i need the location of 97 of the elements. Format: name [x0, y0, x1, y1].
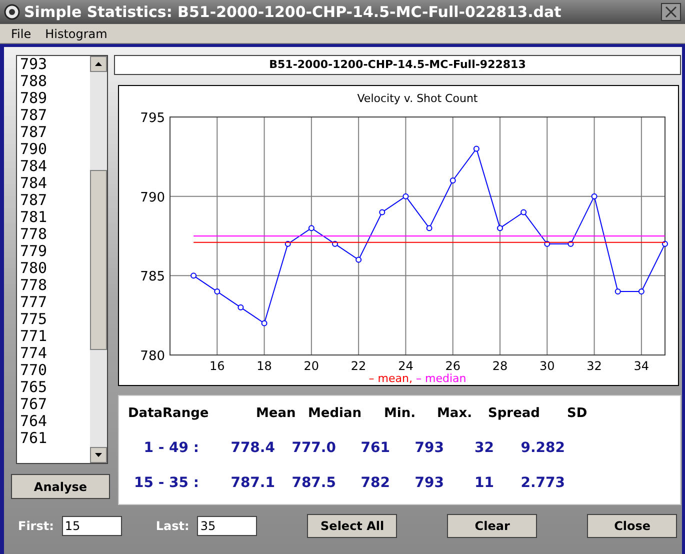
scroll-up-button[interactable] — [90, 56, 107, 72]
list-item[interactable]: 787 — [20, 124, 90, 141]
list-item[interactable]: 774 — [20, 345, 90, 362]
stat-cell-text: 778.4 — [230, 438, 275, 458]
list-item[interactable]: 793 — [20, 56, 90, 73]
y-tick-label: 795 — [140, 111, 165, 126]
x-tick-label: 20 — [304, 359, 320, 373]
dialog-button[interactable]: Clear — [447, 514, 538, 538]
column-header: Min. — [384, 405, 417, 423]
point — [638, 288, 644, 295]
x-tick-label: 34 — [634, 359, 650, 373]
scroll-thumb[interactable] — [90, 170, 107, 350]
stat-cell-text: 2.773 — [520, 474, 565, 492]
y-tick-label: 790 — [140, 190, 165, 206]
app-icon — [4, 4, 20, 20]
list-item[interactable]: 787 — [20, 107, 90, 124]
point — [426, 225, 432, 232]
list-item[interactable]: 770 — [20, 362, 90, 379]
list-item[interactable]: 788 — [20, 73, 90, 90]
list-item[interactable]: 761 — [20, 430, 90, 447]
up-arrow-icon — [95, 62, 102, 66]
stat-cell-text: 793 — [414, 438, 444, 458]
list-item[interactable]: 787 — [20, 192, 90, 209]
point — [614, 288, 621, 295]
list-item[interactable]: 765 — [20, 379, 90, 396]
column-header: Spread — [488, 405, 541, 423]
list-item[interactable]: 767 — [20, 396, 90, 413]
point — [308, 225, 314, 232]
stat-cell-text: 15 - 35 : — [133, 474, 199, 492]
chart-title: Velocity v. Shot Count — [357, 92, 478, 105]
list-item[interactable]: 771 — [20, 328, 90, 345]
dialog-button[interactable]: Select All — [307, 514, 398, 538]
list-item[interactable]: 764 — [20, 413, 90, 430]
list-item[interactable]: 777 — [20, 294, 90, 311]
column-header: Mean — [256, 405, 297, 423]
y-tick-label: 780 — [140, 349, 165, 364]
x-tick-label: 26 — [445, 359, 460, 373]
point — [190, 272, 197, 279]
list-item[interactable]: 790 — [20, 141, 90, 158]
last-field[interactable]: 35 — [197, 516, 258, 536]
point — [379, 209, 386, 216]
scrollbar[interactable] — [90, 56, 107, 463]
stat-cell-text: 777.0 — [290, 438, 336, 458]
list-item[interactable]: 775 — [20, 311, 90, 328]
x-tick-label: 22 — [350, 359, 366, 373]
column-header: Max. — [437, 405, 474, 423]
stat-cell-text: 761 — [360, 438, 390, 458]
menu-item[interactable]: Histogram — [45, 24, 108, 42]
first-label: First: — [18, 518, 54, 535]
x-tick-label: 32 — [586, 359, 602, 373]
last-label: Last: — [156, 518, 190, 535]
window-title: Simple Statistics: B51-2000-1200-CHP-14.5-MC-Full-022813.dat — [24, 2, 562, 23]
stat-cell-text: 11 — [474, 474, 494, 492]
point — [662, 240, 668, 247]
point — [591, 193, 598, 200]
column-header: DataRange — [128, 405, 210, 423]
point — [214, 288, 220, 295]
stat-cell-text: 782 — [360, 474, 390, 492]
first-field[interactable]: 15 — [62, 516, 122, 536]
column-header: SD — [567, 405, 588, 423]
point — [497, 225, 503, 232]
menu-item[interactable]: File — [11, 24, 32, 42]
list-item[interactable]: 784 — [20, 175, 90, 192]
stat-cell-text: 787.5 — [290, 474, 336, 492]
stat-cell-text: 32 — [474, 438, 494, 458]
x-tick-label: 24 — [398, 359, 414, 373]
x-tick-label: 18 — [256, 359, 272, 373]
point — [473, 146, 480, 152]
list-item[interactable]: 784 — [20, 158, 90, 175]
down-arrow-icon — [95, 453, 102, 457]
point — [520, 209, 527, 216]
list-item[interactable]: 781 — [20, 209, 90, 226]
point — [356, 256, 362, 263]
analyse-button[interactable]: Analyse — [11, 474, 110, 499]
list-item[interactable]: 780 — [20, 260, 90, 277]
scroll-down-button[interactable] — [90, 447, 107, 463]
dialog-button[interactable]: Close — [587, 514, 678, 538]
file-label: B51-2000-1200-CHP-14.5-MC-Full-922813 — [114, 55, 681, 75]
list-item[interactable]: 778 — [20, 277, 90, 294]
y-tick-label: 785 — [140, 270, 165, 285]
point — [402, 193, 409, 200]
x-tick-label: 28 — [492, 359, 508, 373]
stat-cell-text: 787.1 — [230, 474, 275, 492]
list-item[interactable]: 778 — [20, 226, 90, 243]
list-item[interactable]: 779 — [20, 243, 90, 260]
stat-cell-text: 9.282 — [520, 438, 565, 458]
point — [450, 177, 456, 184]
list-item[interactable]: 789 — [20, 90, 90, 107]
stat-cell-text: 793 — [414, 474, 444, 492]
point — [238, 304, 244, 310]
close-icon[interactable] — [661, 3, 681, 21]
stat-cell-text: 1 - 49 : — [142, 438, 199, 458]
x-tick-label: 16 — [210, 359, 225, 373]
column-header: Median — [308, 405, 363, 423]
chart-legend: – mean, – median — [368, 372, 466, 385]
x-tick-label: 30 — [540, 359, 555, 373]
point — [261, 320, 268, 326]
